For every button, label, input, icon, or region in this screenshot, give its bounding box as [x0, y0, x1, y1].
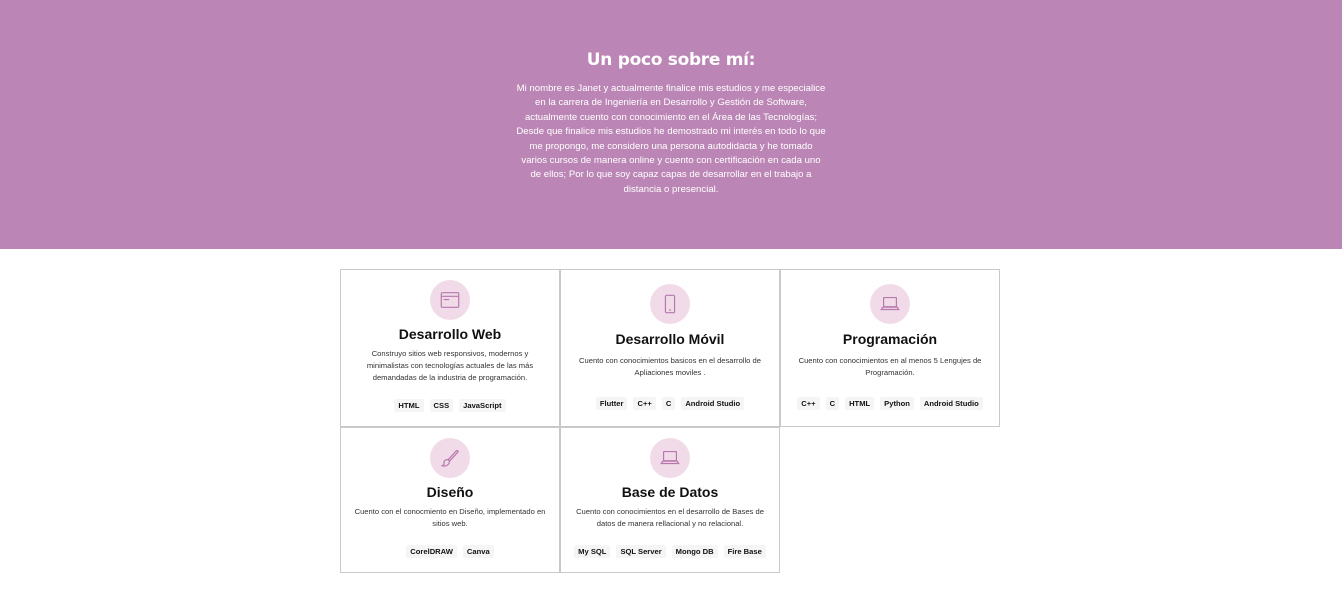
- browser-window-icon: [430, 280, 470, 320]
- about-title: Un poco sobre mí:: [586, 50, 756, 70]
- tag-list: CorelDRAW Canva: [341, 545, 559, 558]
- tag: C: [825, 397, 840, 410]
- tag-list: Flutter C++ C Android Studio: [561, 397, 779, 410]
- tag: JavaScript: [459, 399, 506, 412]
- tag: Android Studio: [919, 397, 983, 410]
- card-description: Cuento con conocimientos basicos en el d…: [579, 356, 761, 377]
- tag-list: HTML CSS JavaScript: [341, 399, 559, 412]
- paintbrush-icon: [430, 438, 470, 478]
- about-section: Un poco sobre mí: Mi nombre es Janet y a…: [0, 0, 1342, 249]
- service-card-mobile: Desarrollo Móvil Cuento con conocimiento…: [560, 269, 780, 427]
- tag-list: My SQL SQL Server Mongo DB Fire Base: [561, 545, 779, 558]
- card-title: Programación: [842, 331, 938, 347]
- tag: C: [661, 397, 676, 410]
- card-description: Cuento con el conocmiento en Diseño, imp…: [354, 507, 546, 528]
- tag-list: C++ C HTML Python Android Studio: [781, 397, 999, 410]
- card-description: Cuento con conocimientos en al menos 5 L…: [798, 356, 982, 377]
- card-title: Base de Datos: [621, 484, 719, 500]
- tag: HTML: [845, 397, 875, 410]
- tag: Canva: [462, 545, 494, 558]
- laptop-icon: [650, 438, 690, 478]
- about-text: Mi nombre es Janet y actualmente finalic…: [516, 83, 826, 195]
- tag: CSS: [429, 399, 454, 412]
- laptop-icon: [870, 284, 910, 324]
- card-description: Cuento con conocimientos en el desarroll…: [576, 507, 764, 528]
- tag: Mongo DB: [671, 545, 718, 558]
- card-title: Desarrollo Móvil: [615, 331, 725, 347]
- smartphone-icon: [650, 284, 690, 324]
- tag: Flutter: [595, 397, 628, 410]
- service-card-web: Desarrollo Web Construyo sitios web resp…: [340, 269, 560, 427]
- service-card-programming: Programación Cuento con conocimientos en…: [780, 269, 1000, 427]
- tag: SQL Server: [616, 545, 666, 558]
- tag: CorelDRAW: [406, 545, 457, 558]
- service-card-database: Base de Datos Cuento con conocimientos e…: [560, 427, 780, 573]
- tag: Python: [880, 397, 914, 410]
- tag: Fire Base: [723, 545, 766, 558]
- tag: C++: [633, 397, 656, 410]
- tag: My SQL: [574, 545, 611, 558]
- tag: C++: [797, 397, 820, 410]
- service-card-design: Diseño Cuento con el conocmiento en Dise…: [340, 427, 560, 573]
- card-description: Construyo sitios web responsivos, modern…: [366, 349, 534, 382]
- tag: Android Studio: [681, 397, 745, 410]
- tag: HTML: [394, 399, 424, 412]
- card-title: Desarrollo Web: [398, 326, 502, 342]
- card-title: Diseño: [426, 484, 474, 500]
